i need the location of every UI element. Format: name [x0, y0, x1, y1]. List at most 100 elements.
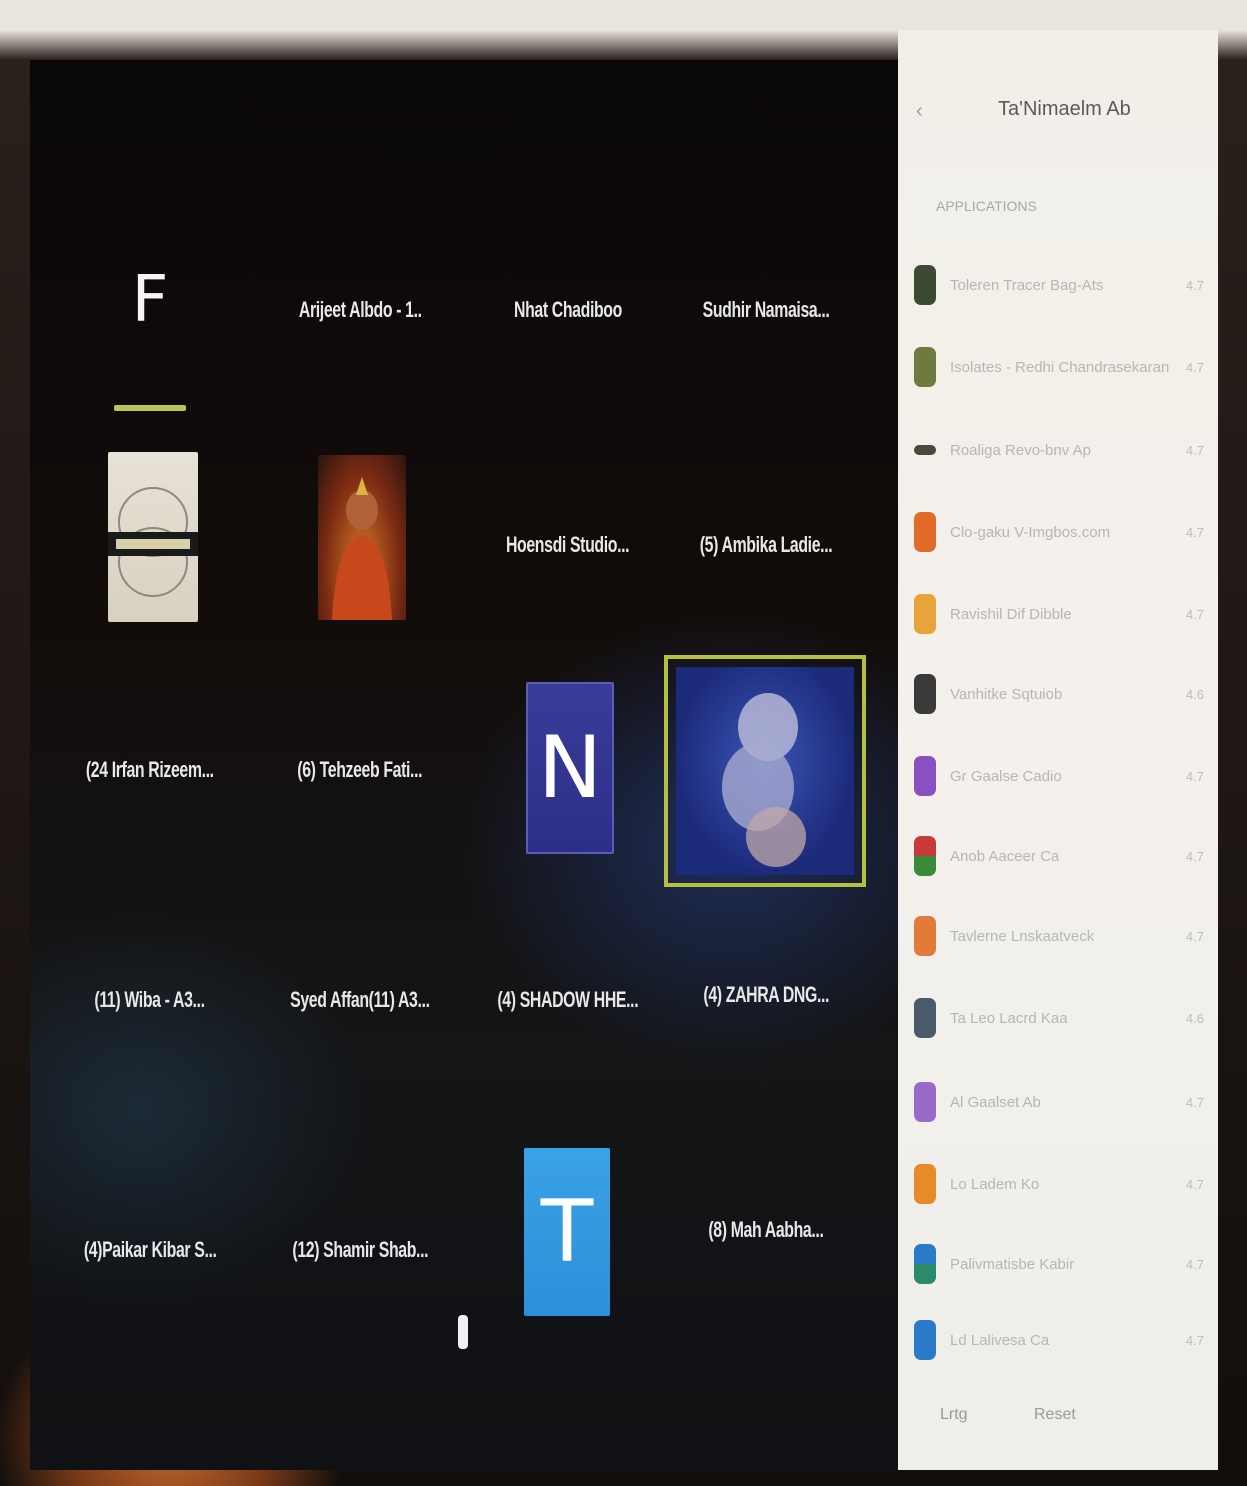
tile-contact[interactable]: (4)Paikar Kibar S...: [50, 1140, 250, 1360]
tile-contact[interactable]: (8) Mah Aabha...: [666, 1120, 866, 1340]
app-list-item[interactable]: Isolates - Redhi Chandrasekaran 4.7: [914, 337, 1204, 397]
app-icon: [914, 347, 936, 387]
app-rating: 4.7: [1185, 1256, 1204, 1272]
app-icon: [914, 998, 936, 1038]
tile-contact[interactable]: Sudhir Namaisa...: [666, 200, 866, 420]
app-rating: 4.6: [1185, 1010, 1204, 1026]
selected-tile-highlight[interactable]: [664, 655, 866, 887]
tile-contact[interactable]: (6) Tehzeeb Fati...: [260, 660, 460, 880]
tile-label: Sudhir Namaisa...: [702, 297, 830, 322]
tv-app-grid-screen: F Arijeet Albdo - 1.. Nhat Chadiboo Sudh…: [30, 60, 900, 1470]
app-rating: 4.7: [1185, 1332, 1204, 1348]
app-icon: [914, 836, 936, 876]
app-name: Clo-gaku V-Imgbos.com: [950, 523, 1111, 541]
tile-contact[interactable]: (11) Wiba - A3...: [50, 890, 250, 1110]
app-list-item[interactable]: Gr Gaalse Cadio 4.7: [914, 746, 1204, 806]
tile-label: Hoensdi Studio...: [506, 532, 630, 557]
app-icon: [914, 1320, 936, 1360]
app-name: Isolates - Redhi Chandrasekaran: [950, 358, 1170, 376]
app-name: Ravishil Dif Dibble: [950, 605, 1072, 623]
tile-letter-card-t[interactable]: T: [524, 1148, 610, 1316]
app-name: Gr Gaalse Cadio: [950, 767, 1062, 785]
letter-card-text: N: [537, 718, 603, 818]
back-icon[interactable]: ‹: [916, 100, 923, 123]
app-list-item[interactable]: Palivmatisbe Kabir 4.7: [914, 1234, 1204, 1294]
app-name: Al Gaalset Ab: [950, 1093, 1041, 1111]
app-icon: [914, 445, 936, 455]
section-heading: APPLICATIONS: [936, 198, 1037, 214]
app-list-item[interactable]: Roaliga Revo-bnv Ap 4.7: [914, 420, 1204, 480]
app-list-item[interactable]: Ta Leo Lacrd Kaa 4.6: [914, 988, 1204, 1048]
tile-contact[interactable]: Syed Affan(11) A3...: [260, 890, 460, 1110]
tile-poster-thumbnail[interactable]: [108, 452, 198, 622]
app-list-item[interactable]: Ravishil Dif Dibble 4.7: [914, 584, 1204, 644]
app-rating: 4.6: [1185, 686, 1204, 702]
app-list-item[interactable]: Tavlerne Lnskaatveck 4.7: [914, 906, 1204, 966]
tile-letter-text: F: [131, 263, 169, 337]
tile-label: Arijeet Albdo - 1..: [298, 297, 422, 322]
app-name: Palivmatisbe Kabir: [950, 1255, 1075, 1273]
figure-image: [722, 693, 806, 867]
app-rating: 4.7: [1185, 442, 1204, 458]
app-icon: [914, 594, 936, 634]
app-name: Anob Aaceer Ca: [950, 847, 1060, 865]
app-rating: 4.7: [1185, 768, 1204, 784]
footer-link-right[interactable]: Reset: [1034, 1406, 1076, 1424]
app-name: Ld Lalivesa Ca: [950, 1331, 1050, 1349]
app-list-item[interactable]: Lo Ladem Ko 4.7: [914, 1154, 1204, 1214]
app-list-item[interactable]: Vanhitke Sqtuiob 4.6: [914, 664, 1204, 724]
app-icon: [914, 1164, 936, 1204]
app-list-item[interactable]: Toleren Tracer Bag-Ats 4.7: [914, 255, 1204, 315]
tile-label: (6) Tehzeeb Fati...: [297, 757, 423, 782]
app-icon: [914, 756, 936, 796]
app-name: Vanhitke Sqtuiob: [950, 685, 1063, 703]
app-list-item[interactable]: Al Gaalset Ab 4.7: [914, 1072, 1204, 1132]
app-rating: 4.7: [1185, 848, 1204, 864]
tile-contact[interactable]: (5) Ambika Ladie...: [666, 435, 866, 655]
tile-contact[interactable]: (12) Shamir Shab...: [260, 1140, 460, 1360]
app-rating: 4.7: [1185, 1094, 1204, 1110]
tile-label: (11) Wiba - A3...: [94, 987, 206, 1012]
app-name: Lo Ladem Ko: [950, 1175, 1040, 1193]
tile-contact[interactable]: (4) ZAHRA DNG...: [666, 885, 866, 1105]
tile-label: (24 Irfan Rizeem...: [86, 757, 214, 782]
tile-person-thumbnail[interactable]: [318, 455, 406, 620]
app-name: Toleren Tracer Bag-Ats: [950, 276, 1104, 294]
tile-label: (4) SHADOW HHE...: [497, 987, 639, 1012]
tile-grid: F Arijeet Albdo - 1.. Nhat Chadiboo Sudh…: [30, 60, 900, 1470]
app-rating: 4.7: [1185, 928, 1204, 944]
app-rating: 4.7: [1185, 1176, 1204, 1192]
tile-label: Nhat Chadiboo: [514, 297, 622, 322]
tile-figure-thumbnail: [676, 667, 854, 875]
tile-contact[interactable]: (24 Irfan Rizeem...: [50, 660, 250, 880]
tile-label: (12) Shamir Shab...: [292, 1237, 428, 1262]
tile-letter-card-n[interactable]: N: [526, 682, 614, 854]
tile-label: (5) Ambika Ladie...: [699, 532, 833, 557]
tile-contact[interactable]: (4) SHADOW HHE...: [468, 890, 668, 1110]
app-rating: 4.7: [1185, 359, 1204, 375]
tile-contact[interactable]: Nhat Chadiboo: [468, 200, 668, 420]
app-icon: [914, 674, 936, 714]
app-list-item[interactable]: Clo-gaku V-Imgbos.com 4.7: [914, 502, 1204, 562]
person-image: [332, 477, 392, 620]
tile-letter-f[interactable]: F: [50, 190, 250, 410]
app-rating: 4.7: [1185, 277, 1204, 293]
app-icon: [914, 512, 936, 552]
tile-contact[interactable]: Arijeet Albdo - 1..: [260, 200, 460, 420]
phone-app-list-panel: ‹ Ta'Nimaelm Ab APPLICATIONS Toleren Tra…: [898, 30, 1218, 1470]
tile-label: Syed Affan(11) A3...: [290, 987, 430, 1012]
footer-link-left[interactable]: Lrtg: [940, 1406, 968, 1424]
tile-contact[interactable]: Hoensdi Studio...: [468, 435, 668, 655]
letter-card-text: T: [540, 1182, 594, 1282]
app-list-item[interactable]: Ld Lalivesa Ca 4.7: [914, 1310, 1204, 1370]
app-icon: [914, 1082, 936, 1122]
tile-label: (4)Paikar Kibar S...: [83, 1237, 217, 1262]
app-rating: 4.7: [1185, 606, 1204, 622]
app-list-item[interactable]: Anob Aaceer Ca 4.7: [914, 826, 1204, 886]
poster-image: [108, 487, 198, 597]
app-rating: 4.7: [1185, 524, 1204, 540]
app-icon: [914, 916, 936, 956]
focus-underline: [114, 405, 186, 411]
pointer-cursor: [458, 1315, 468, 1349]
app-icon: [914, 1244, 936, 1284]
